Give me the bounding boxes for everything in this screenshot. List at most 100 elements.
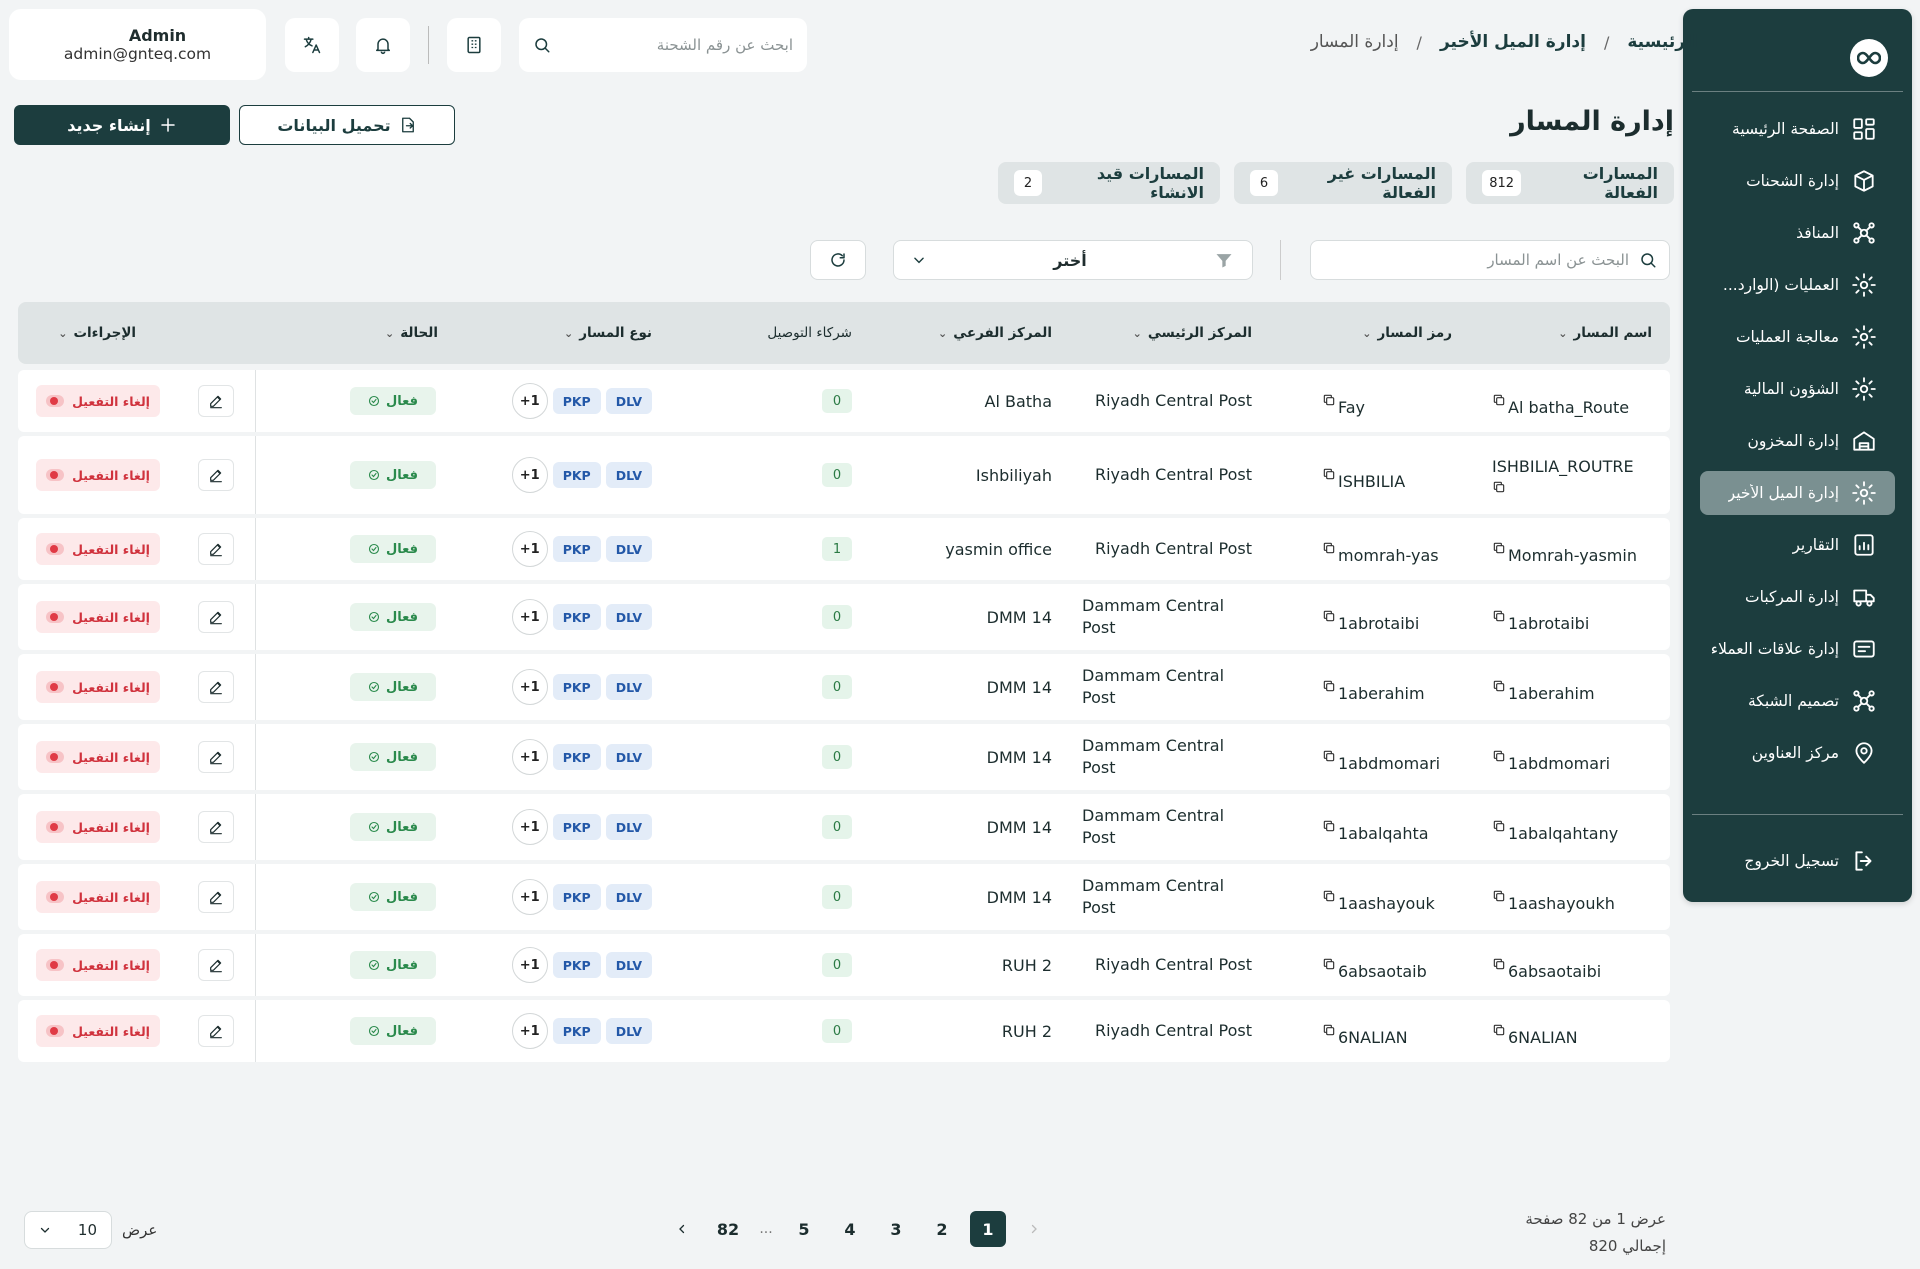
- copy-icon[interactable]: [1322, 957, 1336, 971]
- deactivate-button[interactable]: إلغاء التفعيل: [36, 741, 160, 773]
- column-header-type[interactable]: نوع المسار ⌄: [564, 302, 652, 364]
- copy-icon[interactable]: [1492, 1023, 1506, 1037]
- deactivate-button[interactable]: إلغاء التفعيل: [36, 949, 160, 981]
- pagination-page-5[interactable]: 5: [786, 1211, 822, 1247]
- pagination-page-1[interactable]: 1: [970, 1211, 1006, 1247]
- deactivate-button[interactable]: إلغاء التفعيل: [36, 459, 160, 491]
- more-types-button[interactable]: 1+: [511, 1013, 548, 1049]
- more-types-button[interactable]: 1+: [511, 739, 548, 775]
- edit-button[interactable]: [198, 601, 234, 633]
- edit-button[interactable]: [198, 1015, 234, 1047]
- more-types-button[interactable]: 1+: [511, 879, 548, 915]
- sidebar-item-7[interactable]: إدارة الميل الأخير: [1700, 471, 1895, 515]
- copy-icon[interactable]: [1492, 541, 1506, 555]
- copy-icon[interactable]: [1322, 679, 1336, 693]
- copy-icon[interactable]: [1492, 819, 1506, 833]
- edit-button[interactable]: [198, 881, 234, 913]
- sidebar-item-3[interactable]: العمليات (الوارد...: [1700, 263, 1895, 307]
- more-types-button[interactable]: 1+: [511, 383, 548, 419]
- copy-icon[interactable]: [1492, 749, 1506, 763]
- pagination-page-2[interactable]: 2: [924, 1211, 960, 1247]
- load-data-button[interactable]: تحميل البيانات: [239, 105, 455, 145]
- sidebar-item-6[interactable]: إدارة المخزون: [1700, 419, 1895, 463]
- copy-icon[interactable]: [1492, 480, 1506, 494]
- copy-icon[interactable]: [1322, 541, 1336, 555]
- copy-icon[interactable]: [1322, 467, 1336, 481]
- more-types-button[interactable]: 1+: [511, 531, 548, 567]
- shipment-search-input[interactable]: [559, 36, 793, 54]
- edit-button[interactable]: [198, 385, 234, 417]
- sidebar-item-8[interactable]: التقارير: [1700, 523, 1895, 567]
- column-header-main-center[interactable]: المركز الرئيسي ⌄: [1133, 302, 1252, 364]
- breadcrumb-section[interactable]: إدارة الميل الأخير: [1440, 32, 1586, 52]
- pagination-page-last[interactable]: 82: [710, 1211, 746, 1247]
- notifications-button[interactable]: [356, 18, 410, 72]
- copy-icon[interactable]: [1322, 609, 1336, 623]
- building-button[interactable]: [447, 18, 501, 72]
- edit-button[interactable]: [198, 811, 234, 843]
- column-header-actions[interactable]: الإجراءات ⌄: [36, 302, 136, 364]
- sidebar-item-4[interactable]: معالجة العمليات: [1700, 315, 1895, 359]
- pagination-page-3[interactable]: 3: [878, 1211, 914, 1247]
- deactivate-button[interactable]: إلغاء التفعيل: [36, 811, 160, 843]
- status-label: فعال: [386, 819, 419, 835]
- edit-button[interactable]: [198, 741, 234, 773]
- deactivate-button[interactable]: إلغاء التفعيل: [36, 385, 160, 417]
- route-code-wrap: 1abdmomari: [1322, 742, 1440, 773]
- column-header-name[interactable]: اسم المسار ⌄: [1558, 302, 1652, 364]
- edit-button[interactable]: [198, 459, 234, 491]
- deactivate-button[interactable]: إلغاء التفعيل: [36, 671, 160, 703]
- copy-icon[interactable]: [1322, 749, 1336, 763]
- deactivate-button[interactable]: إلغاء التفعيل: [36, 533, 160, 565]
- sidebar-item-1[interactable]: إدارة الشحنات: [1700, 159, 1895, 203]
- page-size-select[interactable]: 10: [24, 1211, 112, 1249]
- refresh-button[interactable]: [810, 240, 866, 280]
- logout-button[interactable]: تسجيل الخروج: [1700, 839, 1895, 883]
- column-header-status[interactable]: الحالة ⌄: [385, 302, 438, 364]
- copy-icon[interactable]: [1492, 957, 1506, 971]
- more-types-button[interactable]: 1+: [511, 809, 548, 845]
- app-logo[interactable]: [1850, 39, 1888, 77]
- sidebar-item-5[interactable]: الشؤون المالية: [1700, 367, 1895, 411]
- sidebar-item-9[interactable]: إدارة المركبات: [1700, 575, 1895, 619]
- filter-select[interactable]: أختر: [893, 240, 1253, 280]
- sidebar-item-2[interactable]: المنافذ: [1700, 211, 1895, 255]
- column-header-code[interactable]: رمز المسار ⌄: [1362, 302, 1452, 364]
- copy-icon[interactable]: [1492, 393, 1506, 407]
- chevron-down-icon: ⌄: [1362, 326, 1372, 340]
- sidebar-item-12[interactable]: مركز العناوين: [1700, 731, 1895, 775]
- breadcrumb-home[interactable]: الرئيسية: [1627, 32, 1698, 52]
- copy-icon[interactable]: [1322, 1023, 1336, 1037]
- more-types-button[interactable]: 1+: [511, 599, 548, 635]
- user-profile[interactable]: Admin admin@gnteq.com: [9, 9, 266, 80]
- sidebar-item-0[interactable]: الصفحة الرئيسية: [1700, 107, 1895, 151]
- cell-route-name: ISHBILIA_ROUTRE: [1492, 436, 1652, 514]
- create-new-button[interactable]: إنشاء جديد: [14, 105, 230, 145]
- tab-draft-routes[interactable]: المسارات قيد الانشاء 2: [998, 162, 1220, 204]
- more-types-button[interactable]: 1+: [511, 947, 548, 983]
- pagination-prev-button[interactable]: [664, 1211, 700, 1247]
- copy-icon[interactable]: [1322, 889, 1336, 903]
- edit-button[interactable]: [198, 533, 234, 565]
- route-search-input[interactable]: [1323, 251, 1629, 269]
- tab-inactive-routes[interactable]: المسارات غير الفعالة 6: [1234, 162, 1452, 204]
- deactivate-button[interactable]: إلغاء التفعيل: [36, 1015, 160, 1047]
- copy-icon[interactable]: [1322, 819, 1336, 833]
- copy-icon[interactable]: [1492, 889, 1506, 903]
- edit-button[interactable]: [198, 671, 234, 703]
- sidebar-item-11[interactable]: تصميم الشبكة: [1700, 679, 1895, 723]
- edit-button[interactable]: [198, 949, 234, 981]
- column-header-sub-center[interactable]: المركز الفرعي ⌄: [938, 302, 1052, 364]
- pagination-next-button[interactable]: [1016, 1211, 1052, 1247]
- pagination-page-4[interactable]: 4: [832, 1211, 868, 1247]
- copy-icon[interactable]: [1492, 679, 1506, 693]
- deactivate-button[interactable]: إلغاء التفعيل: [36, 601, 160, 633]
- tab-active-routes[interactable]: المسارات الفعالة 812: [1466, 162, 1674, 204]
- language-button[interactable]: [285, 18, 339, 72]
- copy-icon[interactable]: [1322, 393, 1336, 407]
- sidebar-item-10[interactable]: إدارة علاقات العملاء: [1700, 627, 1895, 671]
- more-types-button[interactable]: 1+: [511, 669, 548, 705]
- copy-icon[interactable]: [1492, 609, 1506, 623]
- more-types-button[interactable]: 1+: [511, 457, 548, 493]
- deactivate-button[interactable]: إلغاء التفعيل: [36, 881, 160, 913]
